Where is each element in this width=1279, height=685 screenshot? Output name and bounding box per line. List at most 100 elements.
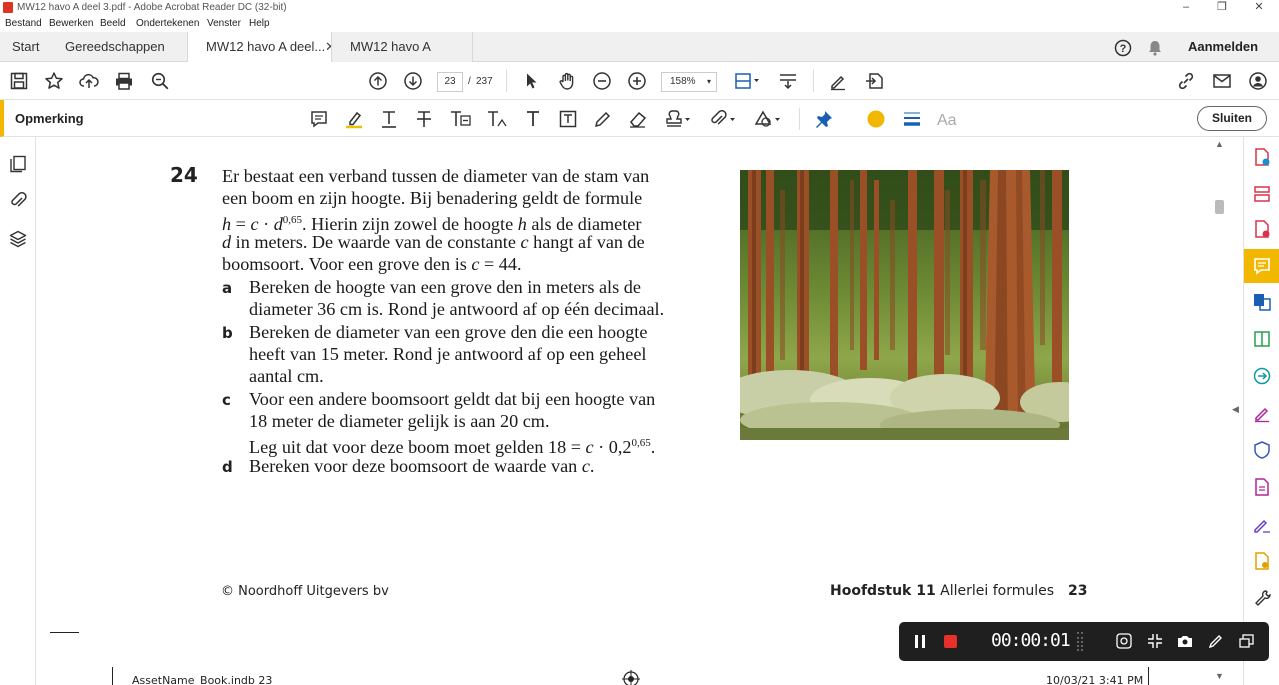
pencil-icon[interactable] (593, 109, 613, 129)
tab-start[interactable]: Start (12, 32, 39, 62)
font-size-icon[interactable]: Aa (936, 109, 960, 129)
page-total: 237 (476, 76, 493, 87)
menu-beeld[interactable]: Beeld (100, 18, 126, 29)
upload-cloud-icon[interactable] (79, 71, 99, 91)
close-window-button[interactable]: ✕ (1241, 0, 1277, 16)
zoom-in-icon[interactable] (627, 71, 647, 91)
comment-tool-icon[interactable] (1252, 256, 1272, 276)
user-share-icon[interactable] (1248, 71, 1268, 91)
sticky-note-icon[interactable] (309, 109, 329, 129)
edit-pdf-icon[interactable] (1252, 329, 1272, 349)
add-text-icon[interactable] (523, 109, 543, 129)
collapse-right-panel-icon[interactable]: ◀ (1232, 404, 1239, 415)
var-c-5: c (581, 456, 590, 476)
prepare-form-icon[interactable] (1252, 477, 1272, 497)
print-icon[interactable] (114, 71, 134, 91)
var-c-2: c (520, 232, 529, 252)
previous-page-icon[interactable] (368, 71, 388, 91)
intro-line-2: een boom en zijn hoogte. Bij benadering … (222, 188, 643, 208)
attach-icon[interactable] (709, 109, 737, 129)
layers-icon[interactable] (8, 229, 28, 249)
zoom-out-icon[interactable] (592, 71, 612, 91)
send-track-icon[interactable] (1252, 551, 1272, 571)
main-toolbar: 23 / 237 158% ▾ (0, 62, 1279, 100)
pin-icon[interactable] (814, 109, 834, 129)
minimize-recorder-icon[interactable] (1238, 632, 1256, 650)
line-thickness-icon[interactable] (902, 109, 922, 129)
bell-icon[interactable] (1146, 38, 1164, 56)
drag-handle[interactable] (1077, 632, 1083, 651)
shapes-icon[interactable] (754, 109, 782, 129)
text-box-icon[interactable] (558, 109, 578, 129)
menu-bewerken[interactable]: Bewerken (49, 18, 93, 29)
more-tools-icon[interactable] (1252, 588, 1272, 608)
webcam-icon[interactable] (1115, 632, 1133, 650)
tab-document-2[interactable]: MW12 havo A deel... (331, 32, 473, 84)
collapse-icon[interactable] (1146, 632, 1164, 650)
scroll-up-icon[interactable]: ▲ (1215, 139, 1224, 149)
menu-venster[interactable]: Venster (207, 18, 241, 29)
scroll-down-icon[interactable]: ▼ (1215, 671, 1224, 681)
zoom-select[interactable]: 158% ▾ (661, 72, 717, 92)
select-cursor-icon[interactable] (522, 71, 542, 91)
stamp-icon[interactable] (664, 109, 692, 129)
acrobat-icon (3, 2, 13, 13)
sign-icon[interactable] (828, 71, 848, 91)
tab-tools[interactable]: Gereedschappen (65, 32, 165, 62)
hand-tool-icon[interactable] (557, 71, 577, 91)
fill-sign-icon[interactable] (1252, 403, 1272, 423)
menu-help[interactable]: Help (249, 18, 270, 29)
maximize-button[interactable]: ❐ (1204, 0, 1240, 16)
organize-pages-icon[interactable] (1252, 184, 1272, 204)
close-comment-button[interactable]: Sluiten (1197, 106, 1267, 131)
request-signature-icon[interactable] (1252, 514, 1272, 534)
insert-text-icon[interactable] (486, 109, 510, 129)
page-fit-icon[interactable] (734, 71, 762, 91)
mail-icon[interactable] (1212, 71, 1232, 91)
strikethrough-icon[interactable] (414, 109, 434, 129)
chapter-title: Allerlei formules (935, 583, 1055, 599)
share-export-icon[interactable] (864, 71, 884, 91)
menu-ondertekenen[interactable]: Ondertekenen (136, 18, 199, 29)
highlight-icon[interactable] (344, 109, 364, 129)
save-icon[interactable] (9, 71, 29, 91)
tab-document-active[interactable]: MW12 havo A deel...✕ (187, 32, 336, 63)
signin-button[interactable]: Aanmelden (1188, 32, 1258, 62)
document-viewer[interactable]: 24 Er bestaat een verband tussen de diam… (37, 137, 1243, 685)
title-bar: MW12 havo A deel 3.pdf - Adobe Acrobat R… (0, 0, 1279, 16)
pause-icon[interactable] (914, 635, 926, 648)
minimize-button[interactable]: – (1168, 0, 1204, 16)
page-number-input[interactable]: 23 (437, 72, 463, 92)
next-page-icon[interactable] (403, 71, 423, 91)
part-d-line-1: Bereken voor deze boomsoort de waarde va… (249, 455, 594, 477)
replace-text-icon[interactable] (449, 109, 473, 129)
camera-icon[interactable] (1176, 632, 1194, 650)
page-thumbnails-icon[interactable] (8, 154, 28, 174)
exponent-2: 0,65 (631, 437, 651, 449)
color-picker-icon[interactable] (866, 109, 886, 129)
export-pdf-icon[interactable] (1252, 219, 1272, 239)
intro-line-4: d in meters. De waarde van de constante … (222, 231, 645, 253)
scroll-mode-icon[interactable] (778, 71, 798, 91)
help-icon[interactable]: ? (1114, 38, 1132, 57)
crop-mark-vertical-2 (1148, 667, 1149, 685)
underline-text-icon[interactable] (379, 109, 399, 129)
combine-files-icon[interactable] (1252, 292, 1272, 312)
draw-pen-icon[interactable] (1207, 632, 1225, 650)
menu-bestand[interactable]: Bestand (5, 18, 42, 29)
zoom-value: 158% (670, 76, 696, 87)
create-pdf-icon[interactable] (1252, 147, 1272, 167)
line5-pre: boomsoort. Voor een grove den is (222, 254, 472, 274)
svg-text:Aa: Aa (937, 112, 957, 129)
stop-recording-icon[interactable] (944, 635, 957, 648)
link-icon[interactable] (1176, 71, 1196, 91)
eraser-icon[interactable] (628, 109, 648, 129)
scroll-thumb[interactable] (1215, 200, 1224, 214)
attachments-icon[interactable] (8, 191, 28, 211)
protect-icon[interactable] (1252, 440, 1272, 460)
search-icon[interactable] (150, 71, 170, 91)
part-b-letter: b (222, 324, 233, 342)
star-icon[interactable] (44, 71, 64, 91)
vertical-scrollbar[interactable]: ▲ ▼ (1212, 137, 1226, 685)
send-for-review-icon[interactable] (1252, 366, 1272, 386)
